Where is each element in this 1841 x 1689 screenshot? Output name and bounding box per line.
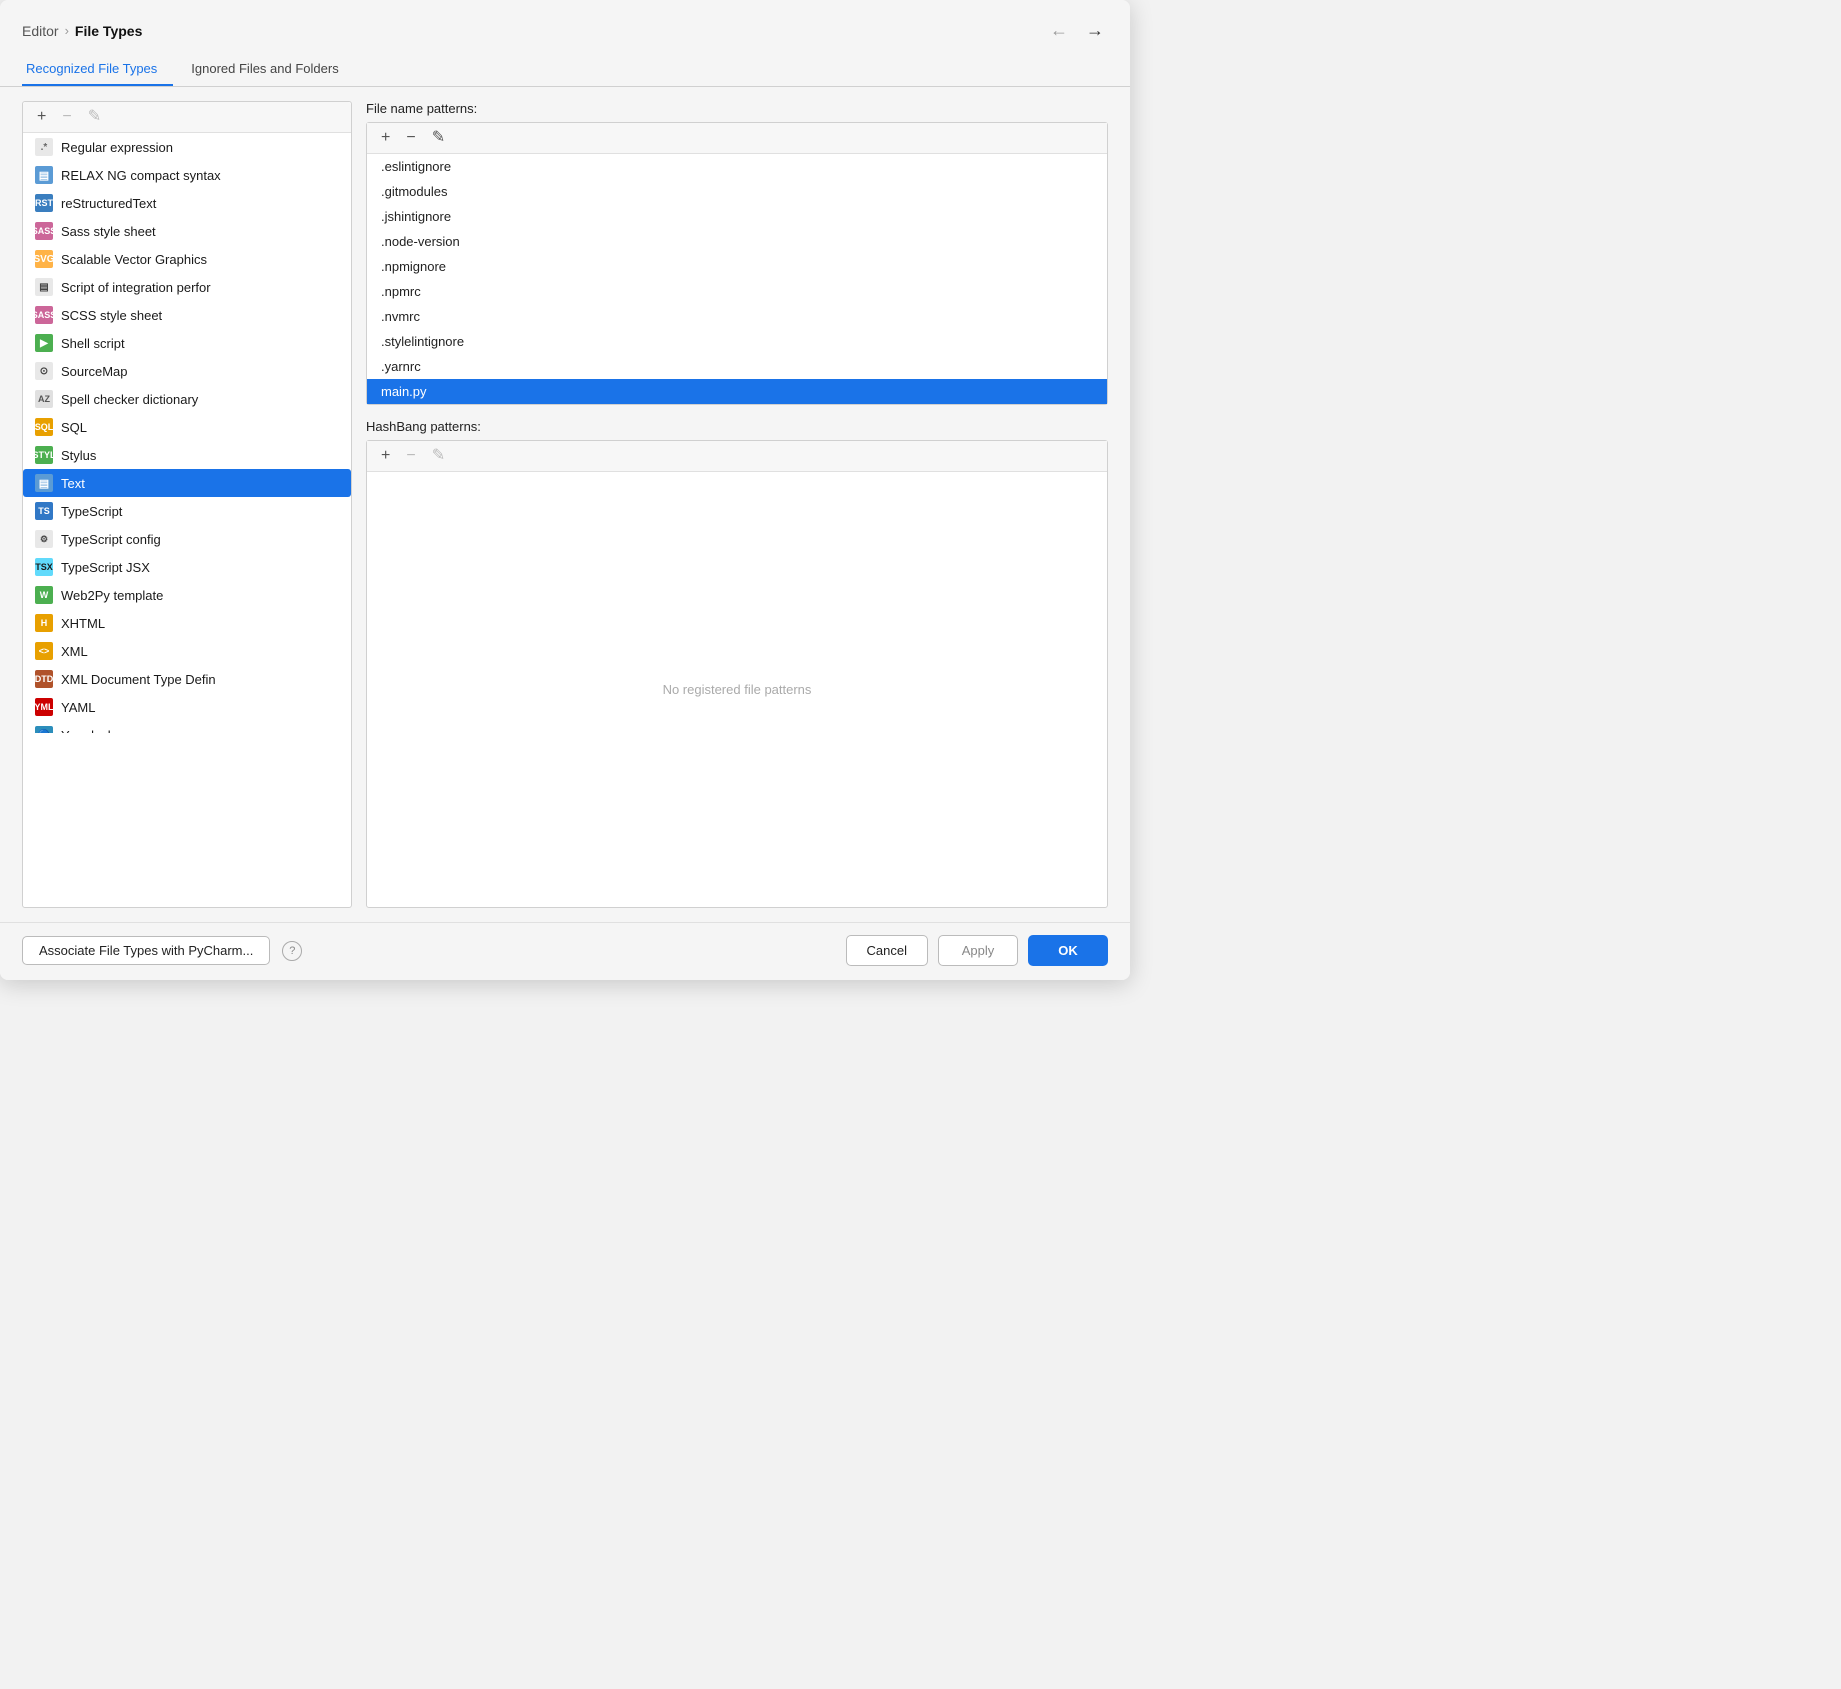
list-item-text-selected[interactable]: ▤ Text (23, 469, 351, 497)
left-edit-button[interactable]: ✎ (84, 108, 105, 126)
list-item[interactable]: TS TypeScript (23, 497, 351, 525)
hashbang-empty-message: No registered file patterns (367, 472, 1107, 907)
hashbang-section: HashBang patterns: + − ✎ No registered f… (366, 419, 1108, 908)
yarn-icon: 🔵 (35, 726, 53, 733)
associate-button[interactable]: Associate File Types with PyCharm... (22, 936, 270, 965)
rst-icon: RST (35, 194, 53, 212)
list-item[interactable]: SASS SCSS style sheet (23, 301, 351, 329)
spell-icon: AZ (35, 390, 53, 408)
dtd-icon: DTD (35, 670, 53, 688)
list-item[interactable]: .* Regular expression (23, 133, 351, 161)
pattern-item[interactable]: .yarnrc (367, 354, 1107, 379)
dialog: Editor › File Types ← → Recognized File … (0, 0, 1130, 980)
hashbang-patterns-box: + − ✎ No registered file patterns (366, 440, 1108, 908)
relaxng-icon: ▤ (35, 166, 53, 184)
pattern-item[interactable]: .npmignore (367, 254, 1107, 279)
hashbang-toolbar: + − ✎ (367, 441, 1107, 472)
list-item[interactable]: ⚙ TypeScript config (23, 525, 351, 553)
hashbang-edit-button[interactable]: ✎ (428, 447, 449, 465)
typescript-icon: TS (35, 502, 53, 520)
nav-arrows: ← → (1046, 18, 1108, 43)
list-item[interactable]: ⊙ SourceMap (23, 357, 351, 385)
pattern-item[interactable]: .jshintignore (367, 204, 1107, 229)
pattern-item[interactable]: .nvmrc (367, 304, 1107, 329)
regex-icon: .* (35, 138, 53, 156)
list-item[interactable]: YML YAML (23, 693, 351, 721)
left-panel: + − ✎ .* Regular expression ▤ RELAX NG c… (22, 101, 352, 908)
list-item[interactable]: SASS Sass style sheet (23, 217, 351, 245)
pattern-item[interactable]: .gitmodules (367, 179, 1107, 204)
hashbang-remove-button[interactable]: − (402, 447, 419, 465)
file-type-list[interactable]: .* Regular expression ▤ RELAX NG compact… (23, 133, 351, 733)
xml-icon: <> (35, 642, 53, 660)
dialog-buttons: Cancel Apply OK (846, 935, 1108, 966)
list-item[interactable]: ▤ Script of integration perfor (23, 273, 351, 301)
list-item[interactable]: ▤ RELAX NG compact syntax (23, 161, 351, 189)
left-add-button[interactable]: + (33, 108, 50, 126)
file-patterns-add-button[interactable]: + (377, 129, 394, 147)
list-item[interactable]: ▶ Shell script (23, 329, 351, 357)
main-content: + − ✎ .* Regular expression ▤ RELAX NG c… (0, 87, 1130, 922)
title-bar: Editor › File Types ← → (0, 0, 1130, 53)
left-panel-toolbar: + − ✎ (23, 102, 351, 133)
tsconfig-icon: ⚙ (35, 530, 53, 548)
tsx-icon: TSX (35, 558, 53, 576)
list-item[interactable]: SVG Scalable Vector Graphics (23, 245, 351, 273)
nav-forward-button[interactable]: → (1082, 18, 1108, 43)
file-name-patterns-box: + − ✎ .eslintignore .gitmodules .jshinti… (366, 122, 1108, 405)
list-item[interactable]: <> XML (23, 637, 351, 665)
file-patterns-remove-button[interactable]: − (402, 129, 419, 147)
tab-recognized[interactable]: Recognized File Types (22, 53, 173, 86)
breadcrumb-parent: Editor (22, 23, 59, 39)
pattern-item[interactable]: .node-version (367, 229, 1107, 254)
breadcrumb: Editor › File Types (22, 23, 142, 39)
list-item[interactable]: W Web2Py template (23, 581, 351, 609)
script-icon: ▤ (35, 278, 53, 296)
scss-icon: SASS (35, 306, 53, 324)
yaml-icon: YML (35, 698, 53, 716)
sourcemap-icon: ⊙ (35, 362, 53, 380)
sass-icon: SASS (35, 222, 53, 240)
left-remove-button[interactable]: − (58, 108, 75, 126)
list-item[interactable]: AZ Spell checker dictionary (23, 385, 351, 413)
shell-icon: ▶ (35, 334, 53, 352)
right-panel: File name patterns: + − ✎ .eslintignore … (366, 101, 1108, 908)
file-patterns-list[interactable]: .eslintignore .gitmodules .jshintignore … (367, 154, 1107, 404)
pattern-item[interactable]: .stylelintignore (367, 329, 1107, 354)
file-patterns-toolbar: + − ✎ (367, 123, 1107, 154)
hashbang-label: HashBang patterns: (366, 419, 1108, 434)
pattern-item-selected[interactable]: main.py (367, 379, 1107, 404)
text-icon: ▤ (35, 474, 53, 492)
pattern-item[interactable]: .eslintignore (367, 154, 1107, 179)
ok-button[interactable]: OK (1028, 935, 1108, 966)
list-item[interactable]: SQL SQL (23, 413, 351, 441)
svg-icon: SVG (35, 250, 53, 268)
file-name-patterns-label: File name patterns: (366, 101, 1108, 116)
xhtml-icon: H (35, 614, 53, 632)
list-item[interactable]: TSX TypeScript JSX (23, 553, 351, 581)
web2py-icon: W (35, 586, 53, 604)
nav-back-button[interactable]: ← (1046, 18, 1072, 43)
tab-ignored[interactable]: Ignored Files and Folders (187, 53, 354, 86)
cancel-button[interactable]: Cancel (846, 935, 928, 966)
bottom-bar: Associate File Types with PyCharm... ? C… (0, 922, 1130, 980)
pattern-item[interactable]: .npmrc (367, 279, 1107, 304)
list-item[interactable]: RST reStructuredText (23, 189, 351, 217)
sql-icon: SQL (35, 418, 53, 436)
breadcrumb-separator: › (65, 23, 69, 38)
list-item[interactable]: STYL Stylus (23, 441, 351, 469)
list-item[interactable]: DTD XML Document Type Defin (23, 665, 351, 693)
tabs-bar: Recognized File Types Ignored Files and … (0, 53, 1130, 87)
file-patterns-edit-button[interactable]: ✎ (428, 129, 449, 147)
breadcrumb-current: File Types (75, 23, 142, 39)
list-item[interactable]: H XHTML (23, 609, 351, 637)
apply-button[interactable]: Apply (938, 935, 1018, 966)
stylus-icon: STYL (35, 446, 53, 464)
list-item[interactable]: 🔵 Yarn lock (23, 721, 351, 733)
hashbang-add-button[interactable]: + (377, 447, 394, 465)
help-icon[interactable]: ? (282, 941, 302, 961)
